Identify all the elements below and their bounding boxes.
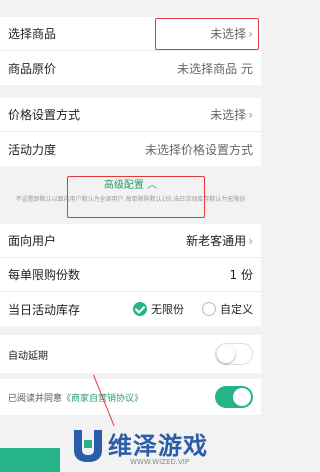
highlight-box-advanced — [67, 176, 205, 218]
audience-row[interactable]: 面向用户 新老客通用 › — [0, 224, 261, 258]
purchase-limit-row[interactable]: 每单限购份数 1 份 — [0, 258, 261, 292]
unchecked-radio-icon — [202, 302, 216, 316]
toggle-knob — [217, 345, 235, 363]
activity-strength-value: 未选择价格设置方式 — [144, 142, 253, 157]
stock-unlimited-radio[interactable]: 无限份 — [133, 301, 184, 317]
agreement-text: 已阅读并同意《商家自营销协议》 — [8, 391, 143, 404]
original-price-value: 未选择商品 元 — [177, 61, 253, 76]
auto-extend-label: 自动延期 — [8, 350, 48, 362]
auto-extend-row: 自动延期 — [0, 335, 261, 373]
chevron-right-icon: › — [248, 107, 253, 122]
toggle-knob — [233, 388, 251, 406]
auto-extend-section: 自动延期 — [0, 335, 261, 373]
auto-extend-toggle[interactable] — [215, 343, 253, 365]
daily-stock-options: 无限份 自定义 — [133, 301, 253, 317]
watermark-logo: 维泽游戏 WWW.WIZED.VIP — [70, 422, 261, 472]
watermark-url: WWW.WIZED.VIP — [130, 458, 190, 466]
agreement-section: 已阅读并同意《商家自营销协议》 — [0, 379, 261, 415]
top-spacer — [0, 0, 261, 17]
config-section: 面向用户 新老客通用 › 每单限购份数 1 份 当日活动库存 无限份 自定义 — [0, 224, 261, 326]
section-gap — [0, 85, 261, 98]
daily-stock-row: 当日活动库存 无限份 自定义 — [0, 292, 261, 326]
chevron-right-icon: › — [248, 233, 253, 248]
watermark-emblem-icon — [74, 430, 102, 462]
section-gap — [0, 326, 261, 335]
price-section: 价格设置方式 未选择 › 活动力度 未选择价格设置方式 — [0, 98, 261, 166]
daily-stock-label: 当日活动库存 — [8, 302, 81, 317]
audience-label: 面向用户 — [8, 234, 57, 248]
price-method-value[interactable]: 未选择 › — [210, 106, 253, 123]
purchase-limit-value[interactable]: 1 份 — [230, 266, 253, 283]
agreement-toggle[interactable] — [215, 386, 253, 408]
checked-radio-icon — [133, 302, 147, 316]
select-product-label: 选择商品 — [8, 27, 57, 41]
submit-button[interactable] — [0, 448, 60, 472]
purchase-limit-label: 每单限购份数 — [8, 268, 81, 282]
stock-custom-radio[interactable]: 自定义 — [202, 301, 253, 317]
activity-strength-row: 活动力度 未选择价格设置方式 — [0, 132, 261, 166]
watermark-brand: 维泽游戏 — [108, 432, 208, 460]
agreement-row: 已阅读并同意《商家自营销协议》 — [0, 379, 261, 415]
price-method-row[interactable]: 价格设置方式 未选择 › — [0, 98, 261, 132]
original-price-row: 商品原价 未选择商品 元 — [0, 51, 261, 85]
highlight-box-product — [155, 18, 259, 50]
audience-value[interactable]: 新老客通用 › — [186, 232, 253, 249]
original-price-label: 商品原价 — [8, 61, 57, 76]
activity-strength-label: 活动力度 — [8, 142, 57, 157]
price-method-label: 价格设置方式 — [8, 108, 81, 122]
